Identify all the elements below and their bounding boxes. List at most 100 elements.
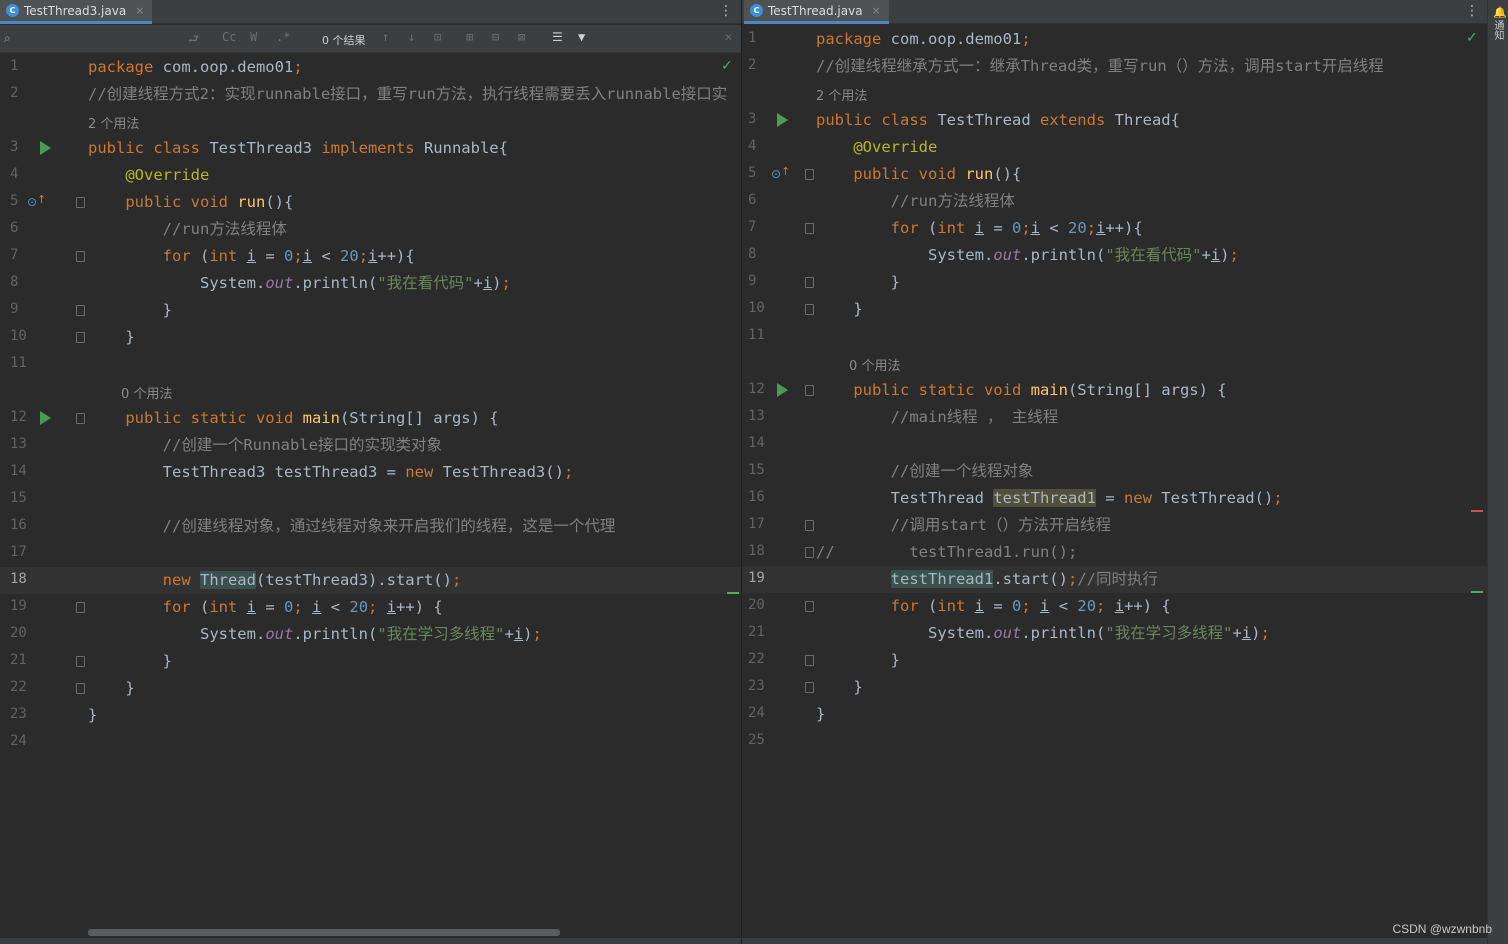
- select-all-occurrences-icon[interactable]: ⊠: [518, 30, 525, 44]
- code-text[interactable]: }: [816, 704, 825, 724]
- code-text[interactable]: @Override: [88, 165, 209, 185]
- code-line[interactable]: 1 package com.oop.demo01;: [0, 54, 741, 81]
- more-options-icon[interactable]: ⋮: [719, 3, 733, 19]
- line-number[interactable]: 19: [10, 598, 40, 614]
- code-line[interactable]: 1 package com.oop.demo01;: [742, 26, 1487, 53]
- code-line[interactable]: 21 }: [0, 648, 741, 675]
- open-in-window-icon[interactable]: ☰: [552, 30, 563, 44]
- code-line[interactable]: 14 TestThread3 testThread3 = new TestThr…: [0, 459, 741, 486]
- fold-icon[interactable]: [805, 655, 814, 666]
- code-line[interactable]: 5 ⊙ ↑ public void run(){: [742, 161, 1487, 188]
- code-text[interactable]: for (int i = 0; i < 20; i++) {: [816, 596, 1171, 616]
- tab-testthread3[interactable]: C TestThread3.java ×: [0, 0, 153, 24]
- code-line[interactable]: 24}: [742, 701, 1487, 728]
- code-line[interactable]: 6 //run方法线程体: [0, 216, 741, 243]
- horizontal-scrollbar[interactable]: [88, 929, 560, 936]
- line-number[interactable]: 10: [10, 328, 40, 344]
- more-options-icon[interactable]: ⋮: [1465, 3, 1479, 19]
- line-number[interactable]: 22: [748, 651, 778, 667]
- code-text[interactable]: public static void main(String[] args) {: [816, 380, 1226, 400]
- code-line[interactable]: 23 }: [742, 674, 1487, 701]
- line-number[interactable]: 7: [10, 247, 40, 263]
- code-text[interactable]: new Thread(testThread3).start();: [88, 570, 461, 590]
- usage-hint-row[interactable]: 2 个用法: [742, 80, 1487, 107]
- line-number[interactable]: 12: [748, 381, 778, 397]
- code-text[interactable]: //创建一个线程对象: [816, 461, 1034, 481]
- usages-hint[interactable]: 0 个用法: [88, 383, 172, 402]
- code-line[interactable]: 17: [0, 540, 741, 567]
- code-line[interactable]: 15 //创建一个线程对象: [742, 458, 1487, 485]
- code-line[interactable]: 2 //创建线程继承方式一：继承Thread类，重写run（）方法，调用start…: [742, 53, 1487, 80]
- fold-icon[interactable]: [805, 169, 814, 180]
- line-number[interactable]: 7: [748, 219, 778, 235]
- code-text[interactable]: public static void main(String[] args) {: [88, 408, 498, 428]
- line-number[interactable]: 2: [10, 85, 40, 101]
- line-number[interactable]: 2: [748, 57, 778, 73]
- code-text[interactable]: System.out.println("我在学习多线程"+i);: [88, 624, 542, 644]
- fold-icon[interactable]: [805, 304, 814, 315]
- code-text[interactable]: //创建一个Runnable接口的实现类对象: [88, 435, 442, 455]
- code-line[interactable]: 20 System.out.println("我在学习多线程"+i);: [0, 621, 741, 648]
- line-number[interactable]: 8: [10, 274, 40, 290]
- line-number[interactable]: 4: [748, 138, 778, 154]
- code-line[interactable]: 22 }: [0, 675, 741, 702]
- line-number[interactable]: 22: [10, 679, 40, 695]
- code-line[interactable]: 20 for (int i = 0; i < 20; i++) {: [742, 593, 1487, 620]
- code-text[interactable]: package com.oop.demo01;: [88, 57, 303, 77]
- usages-hint[interactable]: 2 个用法: [816, 85, 867, 104]
- fold-icon[interactable]: [805, 601, 814, 612]
- line-number[interactable]: 6: [10, 220, 40, 236]
- fold-icon[interactable]: [76, 251, 85, 262]
- line-number[interactable]: 3: [10, 139, 40, 155]
- code-line[interactable]: 19 testThread1.start();//同时执行: [742, 566, 1487, 593]
- code-line[interactable]: 8 System.out.println("我在看代码"+i);: [0, 270, 741, 297]
- tab-testthread[interactable]: C TestThread.java ×: [744, 0, 889, 24]
- code-text[interactable]: }: [88, 327, 134, 347]
- code-text[interactable]: // testThread1.run();: [816, 542, 1077, 562]
- usage-hint-row[interactable]: 0 个用法: [742, 350, 1487, 377]
- line-number[interactable]: 9: [748, 273, 778, 289]
- code-line[interactable]: 24: [0, 729, 741, 756]
- code-line[interactable]: 16 //创建线程对象，通过线程对象来开启我们的线程，这是一个代理: [0, 513, 741, 540]
- line-number[interactable]: 25: [748, 732, 778, 748]
- code-line[interactable]: 3 public class TestThread3 implements Run…: [0, 135, 741, 162]
- code-text[interactable]: }: [88, 300, 172, 320]
- line-number[interactable]: 21: [10, 652, 40, 668]
- code-line[interactable]: 18 new Thread(testThread3).start();: [0, 567, 741, 594]
- fold-icon[interactable]: [76, 197, 85, 208]
- code-text[interactable]: for (int i = 0; i < 20; i++) {: [88, 597, 443, 617]
- line-number[interactable]: 6: [748, 192, 778, 208]
- notifications-tool-label[interactable]: 通知: [1491, 20, 1505, 40]
- usages-hint[interactable]: 0 个用法: [816, 355, 900, 374]
- run-gutter-icon[interactable]: [777, 113, 788, 127]
- code-line[interactable]: 7 for (int i = 0;i < 20;i++){: [0, 243, 741, 270]
- line-number[interactable]: 9: [10, 301, 40, 317]
- code-text[interactable]: @Override: [816, 137, 937, 157]
- fold-icon[interactable]: [805, 385, 814, 396]
- fold-icon[interactable]: [76, 602, 85, 613]
- line-number[interactable]: 23: [10, 706, 40, 722]
- fold-icon[interactable]: [76, 305, 85, 316]
- search-icon[interactable]: ⌕: [4, 31, 18, 45]
- code-line[interactable]: 25: [742, 728, 1487, 755]
- close-tab-icon[interactable]: ×: [135, 4, 144, 17]
- fold-icon[interactable]: [805, 520, 814, 531]
- code-text[interactable]: }: [88, 705, 97, 725]
- code-text[interactable]: package com.oop.demo01;: [816, 29, 1031, 49]
- code-line[interactable]: 14: [742, 431, 1487, 458]
- line-number[interactable]: 11: [10, 355, 40, 371]
- run-gutter-icon[interactable]: [40, 141, 51, 155]
- code-line[interactable]: 3 public class TestThread extends Thread{: [742, 107, 1487, 134]
- code-text[interactable]: //调用start（）方法开启线程: [816, 515, 1111, 535]
- line-number[interactable]: 13: [748, 408, 778, 424]
- fold-icon[interactable]: [805, 682, 814, 693]
- line-number[interactable]: 24: [10, 733, 40, 749]
- fold-icon[interactable]: [76, 413, 85, 424]
- code-line[interactable]: 9 }: [742, 269, 1487, 296]
- preserve-case-icon[interactable]: ⮐: [188, 30, 199, 51]
- code-text[interactable]: TestThread3 testThread3 = new TestThread…: [88, 462, 574, 482]
- line-number[interactable]: 23: [748, 678, 778, 694]
- notification-bell-icon[interactable]: 🔔: [1493, 6, 1507, 19]
- next-occurrence-icon[interactable]: ↓: [408, 30, 415, 44]
- line-number[interactable]: 17: [748, 516, 778, 532]
